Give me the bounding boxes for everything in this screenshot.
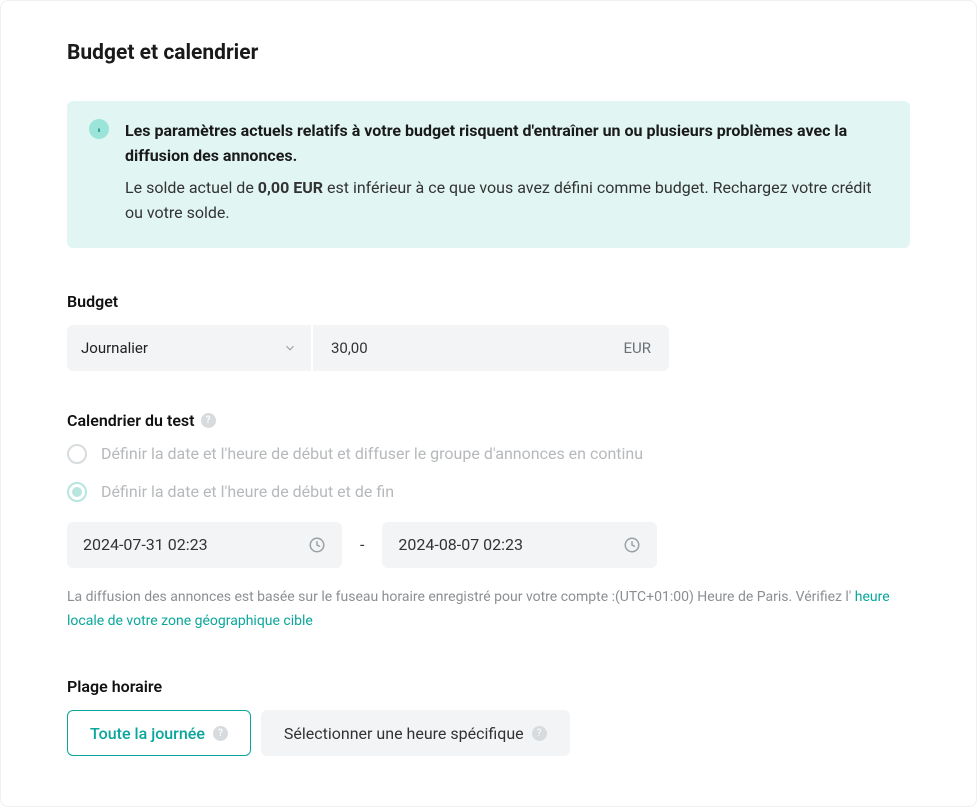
schedule-option-continuous-label: Définir la date et l'heure de début et d… bbox=[101, 444, 643, 463]
help-icon[interactable]: ? bbox=[201, 413, 216, 428]
end-datetime-value: 2024-08-07 02:23 bbox=[398, 535, 523, 554]
help-icon[interactable]: ? bbox=[213, 726, 228, 741]
dayparting-options: Toute la journée ? Sélectionner une heur… bbox=[67, 710, 910, 756]
start-datetime-input[interactable]: 2024-07-31 02:23 bbox=[67, 522, 342, 568]
alert-headline: Les paramètres actuels relatifs à votre … bbox=[125, 119, 888, 169]
section-title: Budget et calendrier bbox=[67, 41, 910, 65]
date-range-separator: - bbox=[360, 535, 364, 554]
schedule-option-range[interactable]: Définir la date et l'heure de début et d… bbox=[67, 482, 910, 502]
info-icon bbox=[89, 119, 109, 139]
budget-row: Journalier 30,00 EUR bbox=[67, 325, 910, 371]
schedule-radio-group: Définir la date et l'heure de début et d… bbox=[67, 444, 910, 502]
budget-frequency-value: Journalier bbox=[81, 339, 148, 357]
dayparting-all-day-label: Toute la journée bbox=[90, 724, 205, 743]
schedule-option-range-label: Définir la date et l'heure de début et d… bbox=[101, 482, 394, 501]
dayparting-specific-label: Sélectionner une heure spécifique bbox=[284, 724, 524, 743]
budget-amount-value: 30,00 bbox=[331, 339, 368, 357]
help-icon[interactable]: ? bbox=[532, 726, 547, 741]
dayparting-specific-button[interactable]: Sélectionner une heure spécifique ? bbox=[261, 710, 570, 756]
timezone-note-text: La diffusion des annonces est basée sur … bbox=[67, 589, 855, 605]
schedule-option-continuous[interactable]: Définir la date et l'heure de début et d… bbox=[67, 444, 910, 464]
budget-amount-input[interactable]: 30,00 EUR bbox=[313, 325, 669, 371]
dayparting-label: Plage horaire bbox=[67, 677, 910, 696]
chevron-down-icon bbox=[283, 341, 297, 355]
budget-currency: EUR bbox=[624, 339, 652, 357]
radio-unchecked-icon bbox=[67, 444, 87, 464]
budget-frequency-select[interactable]: Journalier bbox=[67, 325, 311, 371]
clock-icon bbox=[623, 536, 641, 554]
schedule-label-text: Calendrier du test bbox=[67, 411, 195, 430]
alert-body: Le solde actuel de 0,00 EUR est inférieu… bbox=[125, 175, 888, 226]
date-range-row: 2024-07-31 02:23 - 2024-08-07 02:23 bbox=[67, 522, 910, 568]
timezone-note: La diffusion des annonces est basée sur … bbox=[67, 586, 910, 634]
start-datetime-value: 2024-07-31 02:23 bbox=[83, 535, 208, 554]
alert-body-before: Le solde actuel de bbox=[125, 178, 258, 197]
budget-schedule-card: Budget et calendrier Les paramètres actu… bbox=[0, 0, 977, 807]
clock-icon bbox=[308, 536, 326, 554]
dayparting-all-day-button[interactable]: Toute la journée ? bbox=[67, 710, 251, 756]
alert-amount: 0,00 EUR bbox=[258, 178, 323, 197]
end-datetime-input[interactable]: 2024-08-07 02:23 bbox=[382, 522, 657, 568]
radio-checked-icon bbox=[67, 482, 87, 502]
budget-label: Budget bbox=[67, 292, 910, 311]
schedule-label: Calendrier du test ? bbox=[67, 411, 910, 430]
budget-warning-alert: Les paramètres actuels relatifs à votre … bbox=[67, 101, 910, 248]
